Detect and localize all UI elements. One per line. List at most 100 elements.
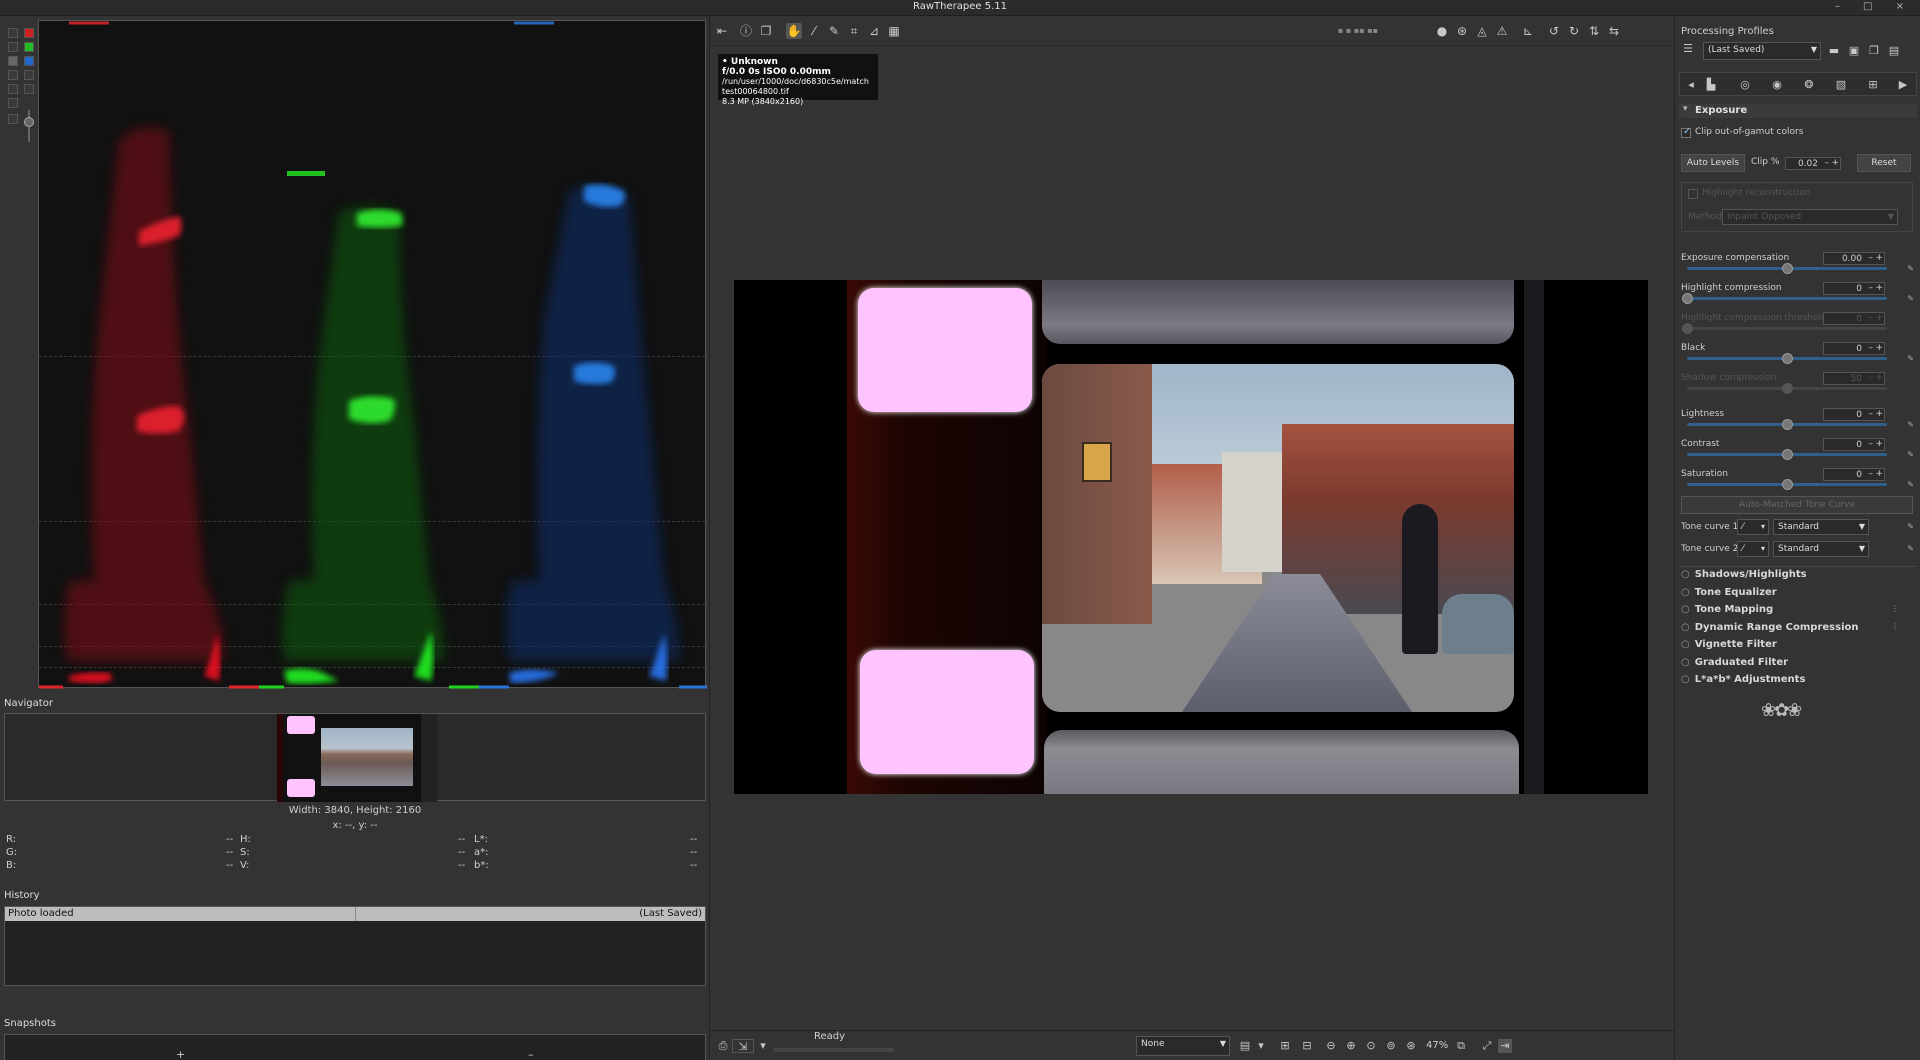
history-list[interactable]: Photo loaded (Last Saved) (4, 906, 706, 986)
saturation-spinner[interactable]: 0– + (1823, 468, 1885, 481)
hide-left-panel-icon[interactable]: ⇤ (714, 23, 730, 39)
bar-icon[interactable] (8, 84, 18, 94)
auto-levels-button[interactable]: Auto Levels (1681, 154, 1745, 172)
zoom-fit-crop-icon[interactable]: ⊛ (1404, 1039, 1418, 1053)
edit-icon[interactable]: ✎ (1907, 354, 1914, 363)
scroll-left-icon[interactable]: ◂ (1684, 78, 1698, 92)
save-profile-icon[interactable]: ▣ (1847, 44, 1861, 58)
slider-knob[interactable] (1682, 323, 1693, 334)
slider-knob[interactable] (1782, 449, 1793, 460)
contrast-spinner[interactable]: 0– + (1823, 438, 1885, 451)
window-controls[interactable]: – □ × (1835, 1, 1914, 12)
detail-tab-icon[interactable]: ◉ (1770, 78, 1784, 92)
exposure-comp-slider[interactable] (1687, 263, 1887, 274)
histogram-toggle-icon[interactable]: ⊾ (1520, 23, 1536, 39)
paste-profile-icon[interactable]: ▤ (1887, 44, 1901, 58)
tool-drc[interactable]: ○ Dynamic Range Compression (1681, 622, 1859, 633)
slider-knob[interactable] (1682, 293, 1693, 304)
exposure-header[interactable]: ▾ Exposure (1679, 104, 1917, 118)
favorites-tab-icon[interactable]: ▙ (1704, 78, 1718, 92)
navigator-preview[interactable] (4, 713, 706, 802)
navigator-thumbnail[interactable] (277, 714, 437, 802)
method-combo[interactable]: Inpaint Opposed ▼ (1722, 209, 1898, 225)
black-slider[interactable] (1687, 353, 1887, 364)
tool-lab-adjustments[interactable]: ○ L*a*b* Adjustments (1681, 674, 1805, 685)
navigator-bar-icon-2[interactable]: ⊟ (1300, 1039, 1314, 1053)
slider-knob[interactable] (1782, 419, 1793, 430)
rgb-icon[interactable] (24, 70, 34, 80)
rotate-right-icon[interactable]: ↻ (1566, 23, 1582, 39)
image-canvas[interactable]: • Unknown f/0.0 0s ISO0 0.00mm /run/user… (710, 47, 1674, 1040)
color-profile-combo[interactable]: None ▼ (1136, 1036, 1230, 1056)
edit-icon[interactable]: ✎ (1907, 544, 1914, 553)
zoom-100-icon[interactable]: ⊙ (1364, 1039, 1378, 1053)
highlight-comp-spinner[interactable]: 0– + (1823, 282, 1885, 295)
edit-icon[interactable]: ✎ (1907, 420, 1914, 429)
before-after-icon[interactable]: ❐ (758, 23, 774, 39)
display-icon[interactable] (24, 84, 34, 94)
meta-tab-icon[interactable]: ▶ (1896, 78, 1910, 92)
tool-tone-equalizer[interactable]: ○ Tone Equalizer (1681, 587, 1777, 598)
zoom-out-icon[interactable]: ⊖ (1324, 1039, 1338, 1053)
history-row[interactable]: Photo loaded (Last Saved) (5, 907, 705, 921)
straighten-icon[interactable]: ⊿ (866, 23, 882, 39)
color-tab-icon[interactable]: ❂ (1802, 78, 1816, 92)
clip-percent-spinner[interactable]: 0.02– + (1785, 157, 1841, 170)
tone-curve-2-mode-combo[interactable]: Standard ▼ (1773, 541, 1869, 557)
green-channel-icon[interactable] (24, 42, 34, 52)
profile-combo[interactable]: (Last Saved) ▼ (1703, 42, 1821, 60)
clip-gamut-checkbox[interactable]: ✓ (1681, 126, 1691, 138)
collapse-icon[interactable]: ▾ (1683, 104, 1688, 114)
profile-mode-icon[interactable]: ☰ (1681, 42, 1695, 56)
perspective-icon[interactable]: ▦ (886, 23, 902, 39)
save-image-icon[interactable]: ⎙ (716, 1039, 730, 1053)
tone-curve-2-button[interactable]: ⁄ ▾ (1737, 541, 1769, 557)
contrast-slider[interactable] (1687, 449, 1887, 460)
focus-mask-icon[interactable]: ● (1434, 23, 1450, 39)
photo-preview[interactable] (734, 280, 1648, 794)
reset-button[interactable]: Reset (1857, 154, 1911, 172)
fullscreen-icon[interactable]: ⤢ (1480, 1039, 1494, 1053)
histogram-scale-knob[interactable] (24, 117, 34, 127)
navigator-bar-icon[interactable]: ⊞ (1278, 1039, 1292, 1053)
open-profile-icon[interactable]: ▬ (1827, 44, 1841, 58)
saturation-slider[interactable] (1687, 479, 1887, 490)
exposure-comp-spinner[interactable]: 0.00– + (1823, 252, 1885, 265)
exposure-tab-icon[interactable]: ◎ (1738, 78, 1752, 92)
scale-icon[interactable] (8, 98, 18, 108)
highlight-threshold-spinner[interactable]: 0– + (1823, 312, 1885, 325)
black-spinner[interactable]: 0– + (1823, 342, 1885, 355)
tool-vignette[interactable]: ○ Vignette Filter (1681, 639, 1777, 650)
copy-profile-icon[interactable]: ❐ (1867, 44, 1881, 58)
edit-icon[interactable]: ✎ (1907, 450, 1914, 459)
lightness-spinner[interactable]: 0– + (1823, 408, 1885, 421)
crop-icon[interactable]: ⌗ (846, 23, 862, 39)
queue-icon[interactable]: ⇲ (732, 1039, 754, 1053)
highlight-recon-checkbox[interactable] (1688, 189, 1698, 199)
tool-shadows-highlights[interactable]: ○ Shadows/Highlights (1681, 569, 1807, 580)
blue-channel-icon[interactable] (24, 56, 34, 66)
snapshots-list[interactable]: + – (4, 1034, 706, 1060)
lightness-slider[interactable] (1687, 419, 1887, 430)
brightness-slider-icon[interactable] (8, 114, 18, 124)
drc-options-icon[interactable]: ⋮ (1891, 622, 1899, 631)
flip-vertical-icon[interactable]: ⇅ (1586, 23, 1602, 39)
shadow-comp-slider[interactable] (1687, 383, 1887, 394)
highlight-comp-slider[interactable] (1682, 293, 1887, 304)
queue-dropdown-icon[interactable]: ▾ (756, 1039, 770, 1053)
zoom-fit-icon[interactable]: ⊚ (1384, 1039, 1398, 1053)
preview-mode-icons[interactable]: ▪ ▪ ▪▪ ▪▪ (1328, 23, 1388, 39)
edit-icon[interactable]: ✎ (1907, 294, 1914, 303)
highlight-threshold-slider[interactable] (1682, 323, 1887, 334)
raw-icon[interactable] (8, 70, 18, 80)
flip-horizontal-icon[interactable]: ⇆ (1606, 23, 1622, 39)
shadow-comp-spinner[interactable]: 50– + (1823, 372, 1885, 385)
chroma-icon[interactable] (8, 56, 18, 66)
highlight-clip-icon[interactable]: ◬ (1474, 23, 1490, 39)
tone-mapping-options-icon[interactable]: ⋮ (1891, 604, 1899, 613)
rotate-left-icon[interactable]: ↺ (1546, 23, 1562, 39)
info-icon[interactable]: ⓘ (738, 23, 754, 39)
zoom-in-icon[interactable]: ⊕ (1344, 1039, 1358, 1053)
white-balance-picker-icon[interactable]: ⁄ (806, 23, 822, 39)
tone-curve-1-button[interactable]: ⁄ ▾ (1737, 519, 1769, 535)
